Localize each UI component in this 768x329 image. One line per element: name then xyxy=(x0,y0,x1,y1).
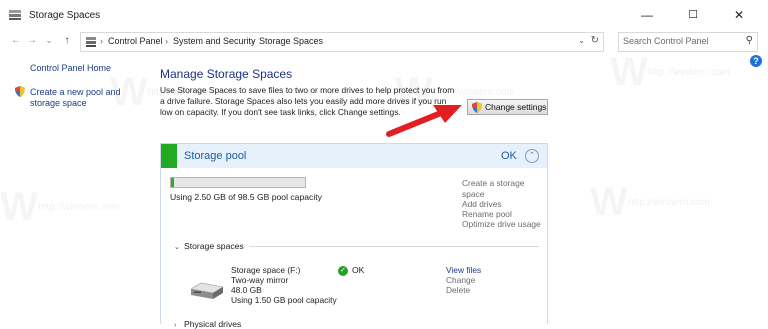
uac-shield-icon xyxy=(15,86,25,97)
add-drives-link[interactable]: Add drives xyxy=(462,199,502,209)
optimize-drive-usage-link[interactable]: Optimize drive usage xyxy=(462,219,541,229)
change-settings-label: Change settings xyxy=(485,102,547,112)
physical-drives-section-label: Physical drives xyxy=(184,319,242,329)
storage-space-usage: Using 1.50 GB pool capacity xyxy=(231,295,337,305)
change-settings-button[interactable]: Change settings xyxy=(467,99,548,115)
section-divider xyxy=(249,246,539,247)
drive-stack-icon xyxy=(9,10,21,20)
page-title: Manage Storage Spaces xyxy=(160,67,293,81)
refresh-icon[interactable]: ↻ xyxy=(591,35,599,46)
back-button[interactable]: ← xyxy=(9,34,23,48)
forward-button[interactable]: → xyxy=(25,34,39,48)
maximize-button[interactable]: ☐ xyxy=(670,0,716,30)
breadcrumb-separator: › xyxy=(165,36,168,46)
storage-pool-header[interactable]: Storage pool OK ⌃ xyxy=(161,144,547,168)
watermark-text: http://winaero.com xyxy=(628,197,710,208)
recent-locations-button[interactable]: ⌄ xyxy=(42,34,56,48)
address-dropdown-icon[interactable]: ⌄ xyxy=(578,36,585,45)
watermark-logo: W xyxy=(610,50,648,95)
search-box: ⚲ xyxy=(618,32,758,52)
control-panel-home-link[interactable]: Control Panel Home xyxy=(30,63,111,73)
search-icon[interactable]: ⚲ xyxy=(746,35,753,46)
breadcrumb-control-panel[interactable]: Control Panel xyxy=(108,36,163,46)
title-bar: Storage Spaces — ☐ ✕ xyxy=(0,0,768,30)
pool-usage-bar xyxy=(170,177,306,188)
red-arrow-annotation xyxy=(386,105,462,137)
pool-usage-text: Using 2.50 GB of 98.5 GB pool capacity xyxy=(170,192,322,202)
minimize-button[interactable]: — xyxy=(624,0,670,30)
watermark-text: http://winaero.com xyxy=(38,202,120,213)
pool-status-bar xyxy=(161,144,177,168)
watermark-text: http://winaero.com xyxy=(648,67,730,78)
control-panel-icon xyxy=(86,37,96,47)
uac-shield-icon xyxy=(472,102,482,113)
breadcrumb: › Control Panel › System and Security › … xyxy=(80,32,604,52)
storage-space-name: Storage space (F:) xyxy=(231,265,301,275)
storage-spaces-section-header[interactable]: ⌄ Storage spaces xyxy=(174,241,244,251)
watermark-logo: W xyxy=(590,180,628,225)
storage-drive-icon xyxy=(191,282,223,299)
create-storage-space-link[interactable]: Create a storage space xyxy=(462,178,538,199)
address-bar: ← → ⌄ ↑ › Control Panel › System and Sec… xyxy=(0,30,768,52)
help-icon[interactable]: ? xyxy=(750,55,762,67)
view-files-link[interactable]: View files xyxy=(446,265,481,275)
collapse-icon[interactable]: ⌃ xyxy=(525,149,539,163)
rename-pool-link[interactable]: Rename pool xyxy=(462,209,512,219)
storage-spaces-section-label: Storage spaces xyxy=(184,241,244,251)
storage-space-status-label: OK xyxy=(352,265,365,275)
delete-space-link[interactable]: Delete xyxy=(446,285,470,295)
breadcrumb-system-and-security[interactable]: System and Security xyxy=(173,36,256,46)
change-space-link[interactable]: Change xyxy=(446,275,475,285)
up-button[interactable]: ↑ xyxy=(60,34,74,48)
pool-status: OK xyxy=(501,150,517,162)
physical-drives-section-header[interactable]: › Physical drives xyxy=(174,319,241,329)
chevron-right-icon: › xyxy=(174,322,177,329)
close-button[interactable]: ✕ xyxy=(716,0,762,30)
window-title: Storage Spaces xyxy=(29,10,101,21)
pool-name: Storage pool xyxy=(184,150,247,162)
search-input[interactable] xyxy=(623,36,733,46)
create-pool-link[interactable]: Create a new pool and storage space xyxy=(30,87,145,109)
checkmark-icon: ✓ xyxy=(338,265,348,276)
breadcrumb-storage-spaces[interactable]: Storage Spaces xyxy=(259,36,323,46)
storage-pool-panel: Storage pool OK ⌃ Using 2.50 GB of 98.5 … xyxy=(160,143,548,329)
storage-space-resiliency: Two-way mirror xyxy=(231,275,289,285)
watermark-logo: W xyxy=(0,185,38,230)
pool-usage-fill xyxy=(171,178,175,187)
storage-space-status: ✓ OK xyxy=(338,265,364,276)
breadcrumb-separator: › xyxy=(251,36,254,46)
chevron-down-icon: ⌄ xyxy=(174,244,180,251)
breadcrumb-separator: › xyxy=(100,36,103,46)
storage-space-size: 48.0 GB xyxy=(231,285,262,295)
